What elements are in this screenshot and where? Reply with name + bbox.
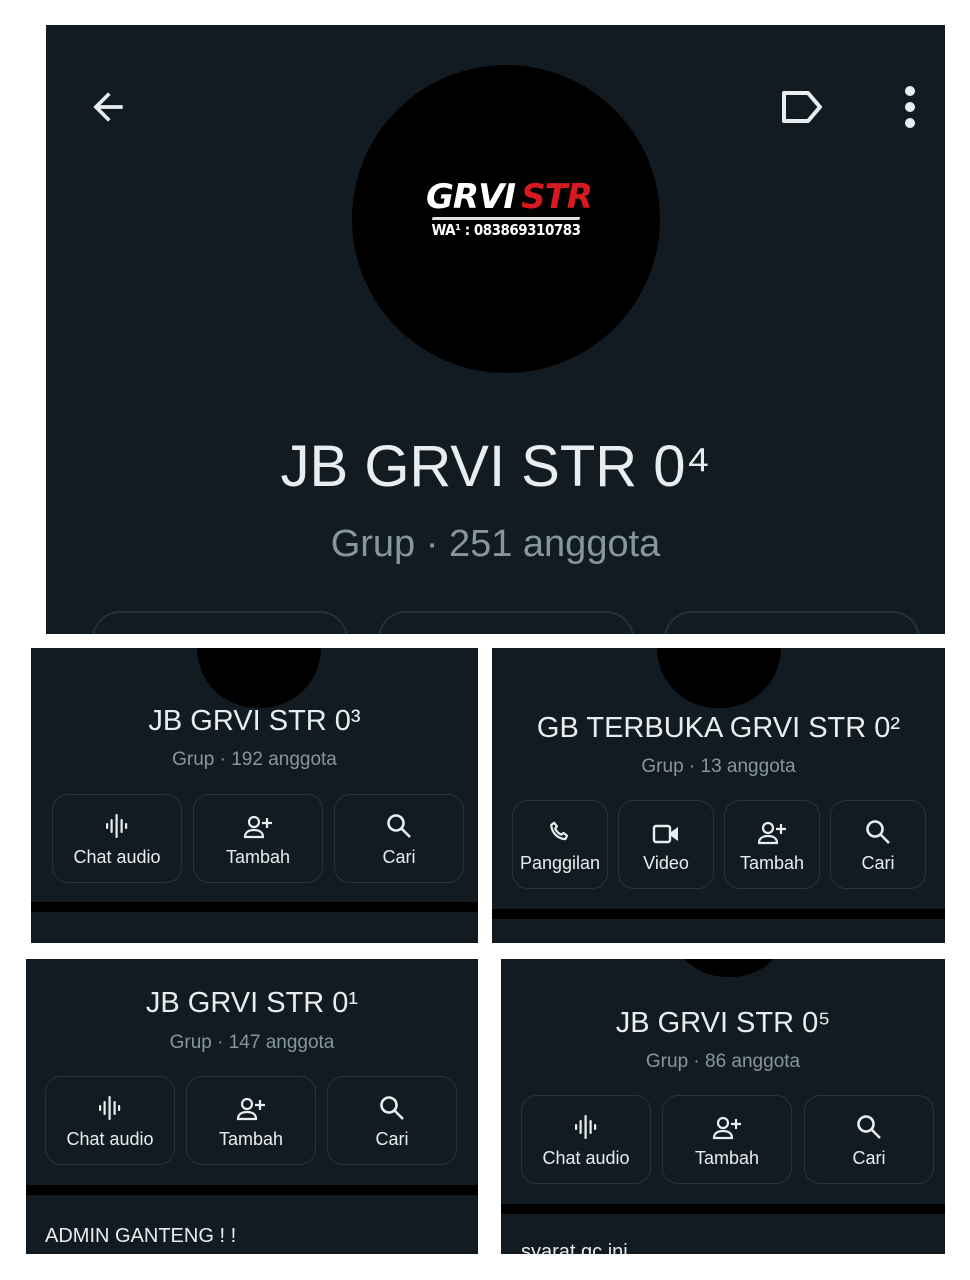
search-button[interactable]: Cari — [804, 1095, 934, 1184]
group-name: JB GRVI STR 0⁵ — [615, 1007, 831, 1039]
section-divider — [501, 1204, 945, 1214]
button-label: Tambah — [694, 1148, 760, 1168]
search-icon — [857, 1115, 881, 1139]
group-member-count: Grup · 147 anggota — [169, 1032, 335, 1053]
group-member-count: Grup · 192 anggota — [172, 749, 337, 770]
audio-wave-icon — [575, 1115, 597, 1139]
add-member-button[interactable]: Tambah — [186, 1076, 316, 1165]
more-vert-icon — [905, 86, 915, 128]
group-name: JB GRVI STR 0³ — [148, 705, 361, 737]
search-button[interactable]: Cari — [830, 800, 926, 889]
search-icon — [866, 820, 890, 844]
search-button[interactable]: Cari — [327, 1076, 457, 1165]
audio-chat-button[interactable]: Chat audio — [52, 794, 182, 883]
audio-wave-icon — [99, 1096, 121, 1120]
group-info-panel-03: JB GRVI STR 0³ Grup · 192 anggota Chat a… — [31, 648, 478, 943]
audio-wave-icon — [106, 814, 128, 838]
group-description[interactable]: ADMIN GANTENG ! ! — [45, 1225, 236, 1248]
group-member-count: Grup · 251 anggota — [330, 523, 661, 565]
add-person-icon — [243, 815, 272, 839]
arrow-left-icon — [93, 92, 123, 122]
add-person-icon — [236, 1097, 265, 1121]
group-name: GB TERBUKA GRVI STR 0² — [536, 712, 901, 744]
group-info-panel-01: JB GRVI STR 0¹ Grup · 147 anggota Chat a… — [26, 959, 478, 1254]
group-member-count: Grup · 13 anggota — [641, 756, 796, 777]
logo-contact: WA¹ : 083869310783 — [431, 221, 581, 239]
logo-underline — [431, 217, 581, 220]
label-button[interactable] — [774, 81, 830, 133]
group-name: JB GRVI STR 0⁴ — [280, 434, 711, 499]
button-label: Cari — [861, 853, 895, 873]
group-avatar[interactable] — [667, 959, 791, 977]
logo-wordmark: GRVI STR — [426, 177, 593, 217]
video-icon — [652, 824, 678, 844]
group-avatar[interactable] — [197, 648, 321, 708]
group-logo: GRVI STR WA¹ : 083869310783 — [426, 177, 593, 247]
add-person-icon — [757, 821, 786, 845]
button-label: Cari — [375, 1129, 409, 1149]
section-divider — [26, 1185, 478, 1195]
group-avatar[interactable]: GRVI STR WA¹ : 083869310783 — [352, 65, 660, 373]
button-label: Cari — [382, 847, 416, 867]
group-name: JB GRVI STR 0¹ — [145, 987, 359, 1019]
audio-chat-button[interactable]: Chat audio — [521, 1095, 651, 1184]
action-button-partial[interactable] — [378, 611, 634, 634]
button-label: Chat audio — [73, 847, 161, 867]
add-member-button[interactable]: Tambah — [193, 794, 323, 883]
group-info-panel-05: JB GRVI STR 0⁵ Grup · 86 anggota Chat au… — [501, 959, 945, 1254]
button-label: Tambah — [218, 1129, 284, 1149]
button-label: Panggilan — [519, 853, 601, 873]
search-icon — [380, 1096, 404, 1120]
button-label: Cari — [852, 1148, 886, 1168]
search-icon — [387, 814, 411, 838]
audio-chat-button[interactable]: Chat audio — [45, 1076, 175, 1165]
button-label: Chat audio — [66, 1129, 154, 1149]
group-description[interactable]: syarat gc ini — [521, 1241, 628, 1254]
group-info-panel-02: GB TERBUKA GRVI STR 0² Grup · 13 anggota… — [492, 648, 945, 943]
phone-icon — [550, 821, 569, 841]
button-label: Chat audio — [542, 1148, 630, 1168]
group-member-count: Grup · 86 anggota — [645, 1051, 801, 1072]
back-button[interactable] — [82, 81, 134, 133]
voice-call-button[interactable]: Panggilan — [512, 800, 608, 889]
button-label: Tambah — [225, 847, 291, 867]
action-button-partial[interactable] — [664, 611, 920, 634]
video-call-button[interactable]: Video — [618, 800, 714, 889]
button-label: Tambah — [739, 853, 805, 873]
group-avatar[interactable] — [657, 648, 781, 708]
more-options-button[interactable] — [890, 81, 930, 133]
add-member-button[interactable]: Tambah — [662, 1095, 792, 1184]
add-person-icon — [712, 1116, 741, 1140]
label-tag-icon — [782, 91, 822, 123]
add-member-button[interactable]: Tambah — [724, 800, 820, 889]
button-label: Video — [643, 853, 689, 873]
group-info-panel-04: GRVI STR WA¹ : 083869310783 JB GRVI STR 0… — [46, 25, 945, 634]
section-divider — [31, 902, 478, 912]
section-divider — [492, 909, 945, 919]
search-button[interactable]: Cari — [334, 794, 464, 883]
action-button-partial[interactable] — [92, 611, 348, 634]
